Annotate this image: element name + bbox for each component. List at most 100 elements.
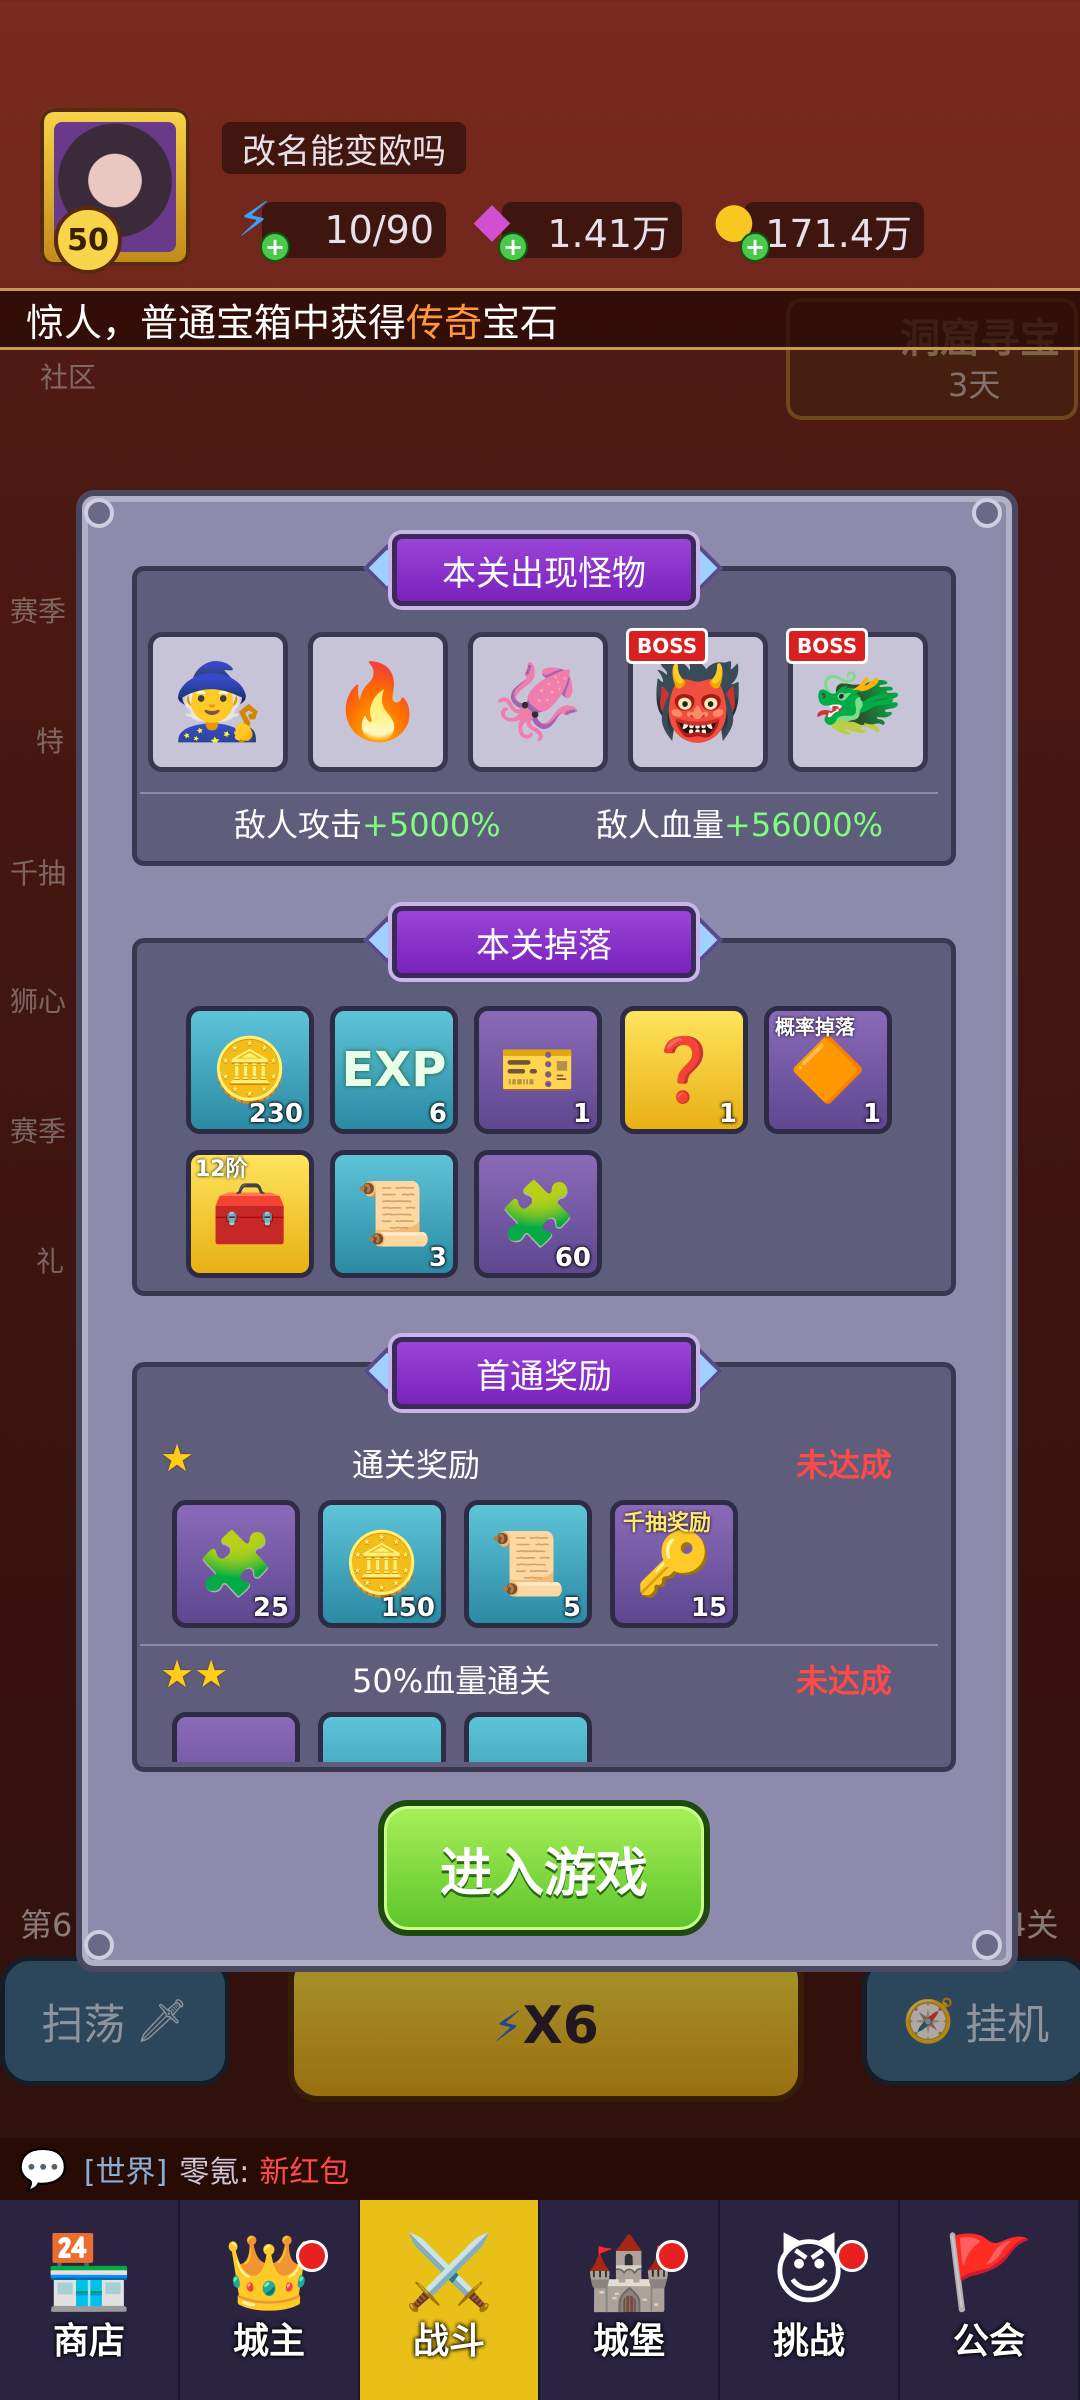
chat-channel: [世界] xyxy=(83,2155,168,2190)
chance-drop-tag: 概率掉落 xyxy=(775,1015,855,1039)
drop-item-scroll[interactable]: 📜 3 xyxy=(330,1150,458,1278)
shop-icon: 🏪 xyxy=(44,2230,134,2314)
question-gem-icon: ❓ xyxy=(645,1033,723,1106)
crossed-swords-icon: ⚔️ xyxy=(404,2230,494,2314)
star-icon: ★ xyxy=(160,1436,195,1480)
item-count: 15 xyxy=(690,1593,727,1623)
puzzle-icon: 🧩 xyxy=(197,1527,275,1600)
nav-item-castle[interactable]: 🏰 城堡 xyxy=(540,2200,720,2400)
reward-title: 通关奖励 xyxy=(352,1446,481,1484)
nav-label: 公会 xyxy=(952,2321,1025,2362)
bolt-decoration xyxy=(972,1930,1002,1960)
crystal-icon: 🔶 xyxy=(789,1033,867,1106)
chat-bar[interactable]: 💬 [世界] 零氪: 新红包 xyxy=(0,2138,1080,2200)
scroll-icon: 📜 xyxy=(355,1177,433,1250)
drop-item-puzzle[interactable]: 🧩 60 xyxy=(474,1150,602,1278)
player-avatar[interactable]: 50 xyxy=(40,108,190,274)
reward-item-coin[interactable] xyxy=(318,1712,446,1762)
item-count: 60 xyxy=(554,1243,591,1273)
enemy-hp-value: +56000% xyxy=(724,806,884,844)
star-icon: ★★ xyxy=(160,1652,229,1696)
divider xyxy=(140,1644,938,1646)
enemy-hp-label: 敌人血量 xyxy=(596,806,725,844)
bolt-decoration xyxy=(84,1930,114,1960)
ticker-highlight: 传奇 xyxy=(406,300,483,345)
drop-item-ticket[interactable]: 🎫 1 xyxy=(474,1006,602,1134)
add-gems-button[interactable]: + xyxy=(498,232,528,262)
divider xyxy=(140,792,938,794)
item-count: 5 xyxy=(562,1593,581,1623)
squid-monster-icon: 🦑 xyxy=(491,658,585,745)
monsters-section-title: 本关出现怪物 xyxy=(392,534,696,606)
coin-icon: 🪙 xyxy=(343,1527,421,1600)
reward-item-puzzle[interactable]: 🧩 25 xyxy=(172,1500,300,1628)
reward-status: 未达成 xyxy=(796,1446,893,1484)
chat-user: 零氪: xyxy=(179,2155,250,2190)
enemy-attack-label: 敌人攻击 xyxy=(234,806,363,844)
treasure-chest-icon: 🧰 xyxy=(211,1177,289,1250)
reward-item-puzzle[interactable] xyxy=(172,1712,300,1762)
nav-label: 挑战 xyxy=(772,2321,845,2362)
reward-item-scroll[interactable] xyxy=(464,1712,592,1762)
ticker-prefix: 惊人，普通宝箱中获得 xyxy=(26,300,407,345)
enemy-hp-stat: 敌人血量+56000% xyxy=(596,800,883,846)
monster-card[interactable]: 🧙 xyxy=(148,632,288,772)
enemy-attack-value: +5000% xyxy=(362,806,501,844)
nav-item-lord[interactable]: 👑 城主 xyxy=(180,2200,360,2400)
add-coins-button[interactable]: + xyxy=(740,232,770,262)
exp-icon: EXP xyxy=(341,1042,447,1098)
key-icon: 🔑 xyxy=(635,1527,713,1600)
nav-item-guild[interactable]: 🚩 公会 xyxy=(900,2200,1080,2400)
announcement-ticker: 惊人，普通宝箱中获得 传奇 宝石 xyxy=(0,288,1080,350)
chat-message: 新红包 xyxy=(259,2155,350,2190)
item-count: 3 xyxy=(428,1243,447,1273)
item-count: 1 xyxy=(862,1099,881,1129)
monster-card[interactable]: 🦑 xyxy=(468,632,608,772)
item-count: 150 xyxy=(380,1593,435,1623)
monster-card[interactable]: 🔥 xyxy=(308,632,448,772)
first-clear-section-title: 首通奖励 xyxy=(392,1337,696,1409)
fire-monster-icon: 🔥 xyxy=(331,658,425,745)
bolt-decoration xyxy=(972,498,1002,528)
boss-badge: BOSS xyxy=(786,628,869,664)
drop-item-random-gems[interactable]: ❓ 1 xyxy=(620,1006,748,1134)
wizard-monster-icon: 🧙 xyxy=(171,658,265,745)
player-level-badge: 50 xyxy=(54,206,122,274)
item-count: 6 xyxy=(428,1099,447,1129)
drop-item-coin[interactable]: 🪙 230 xyxy=(186,1006,314,1134)
nav-label: 城主 xyxy=(232,2321,305,2362)
chest-tier-tag: 12阶 xyxy=(195,1157,248,1182)
thousand-draw-tag: 千抽奖励 xyxy=(623,1511,712,1536)
drops-section-title: 本关掉落 xyxy=(392,906,696,978)
puzzle-icon: 🧩 xyxy=(499,1177,577,1250)
reward-item-key[interactable]: 🔑 千抽奖励 15 xyxy=(610,1500,738,1628)
notification-dot xyxy=(656,2240,688,2272)
enter-game-button[interactable]: 进入游戏 xyxy=(378,1800,710,1936)
reward-item-scroll[interactable]: 📜 5 xyxy=(464,1500,592,1628)
drop-item-exp[interactable]: EXP 6 xyxy=(330,1006,458,1134)
item-count: 25 xyxy=(252,1593,289,1623)
scroll-icon: 📜 xyxy=(489,1527,567,1600)
drop-item-rare-crystal[interactable]: 🔶 概率掉落 1 xyxy=(764,1006,892,1134)
nav-label: 战斗 xyxy=(412,2321,485,2362)
reward-title: 50%血量通关 xyxy=(352,1662,552,1700)
nav-item-battle[interactable]: ⚔️ 战斗 xyxy=(360,2200,540,2400)
drop-item-chest[interactable]: 🧰 12阶 xyxy=(186,1150,314,1278)
item-count: 1 xyxy=(572,1099,591,1129)
demon-boss-icon: 👹 xyxy=(651,658,745,745)
reward-item-coin[interactable]: 🪙 150 xyxy=(318,1500,446,1628)
chat-bubble-icon: 💬 xyxy=(18,2146,68,2193)
ticket-icon: 🎫 xyxy=(499,1033,577,1106)
player-name[interactable]: 改名能变欧吗 xyxy=(222,122,466,174)
demon-icon: 😈 xyxy=(771,2230,847,2314)
boss-badge: BOSS xyxy=(626,628,709,664)
nav-item-challenge[interactable]: 😈 挑战 xyxy=(720,2200,900,2400)
notification-dot xyxy=(296,2240,328,2272)
notification-dot xyxy=(836,2240,868,2272)
nav-item-shop[interactable]: 🏪 商店 xyxy=(0,2200,180,2400)
bolt-decoration xyxy=(84,498,114,528)
item-count: 1 xyxy=(718,1099,737,1129)
banner-flag-icon: 🚩 xyxy=(944,2230,1034,2314)
nav-label: 城堡 xyxy=(592,2321,665,2362)
add-energy-button[interactable]: + xyxy=(260,232,290,262)
